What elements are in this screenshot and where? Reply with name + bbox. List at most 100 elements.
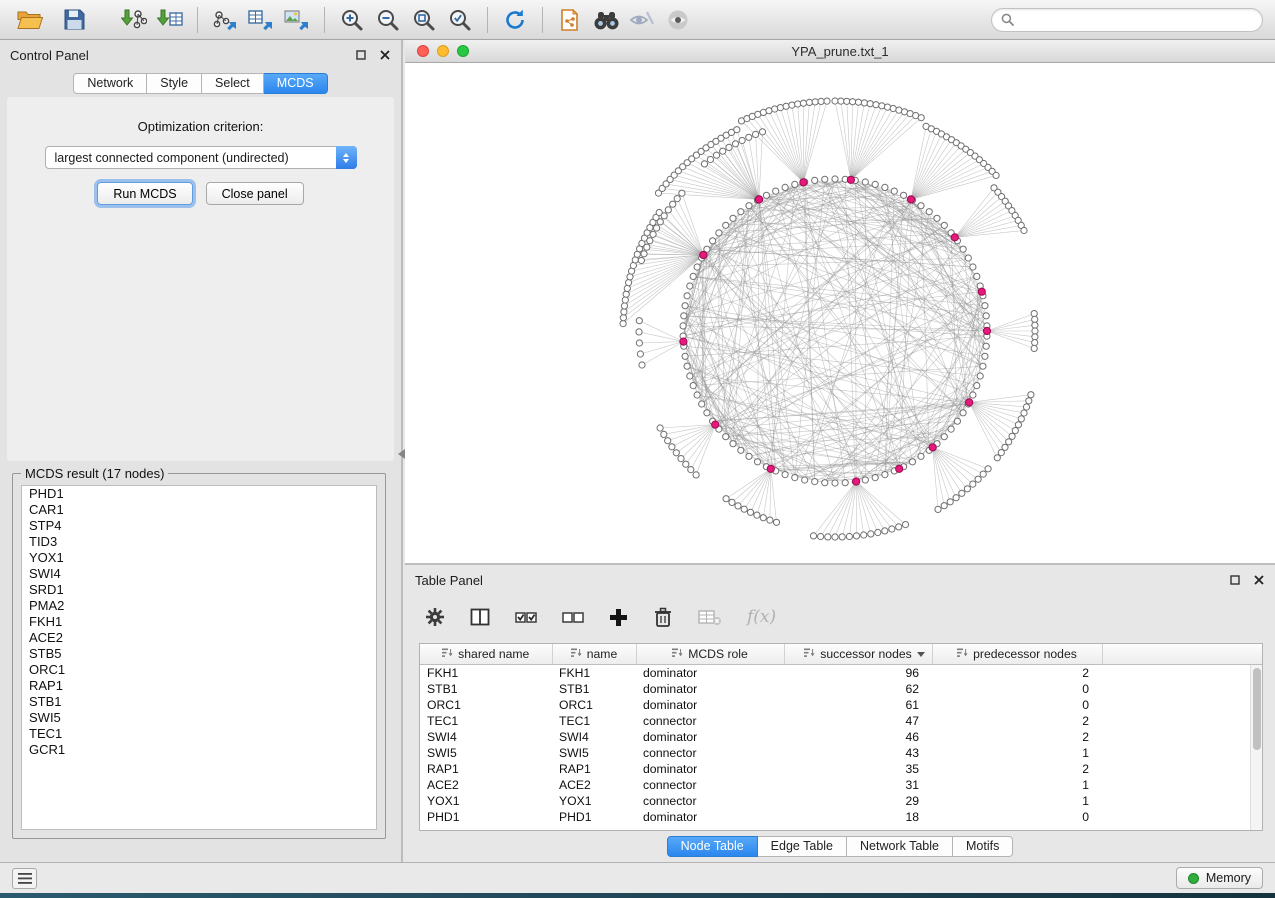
mcds-result-item[interactable]: RAP1 [22,678,376,694]
tab-network[interactable]: Network [73,73,147,94]
maximize-window-icon[interactable] [457,45,469,57]
mcds-result-item[interactable]: SWI5 [22,710,376,726]
mcds-result-item[interactable]: ORC1 [22,662,376,678]
zoom-out-button[interactable] [370,4,406,36]
export-table-button[interactable] [243,4,279,36]
table-row[interactable]: STB1STB1dominator620 [420,681,1262,697]
mcds-result-item[interactable]: PHD1 [22,486,376,502]
application-window: Control Panel NetworkStyleSelectMCDS Opt… [0,0,1275,898]
export-image-icon [284,9,310,31]
mcds-result-item[interactable]: STB5 [22,646,376,662]
show-graphics-details-button[interactable] [660,4,696,36]
mcds-result-item[interactable]: FKH1 [22,614,376,630]
table-row[interactable]: SWI5SWI5connector431 [420,745,1262,761]
search-network-button[interactable] [588,4,624,36]
toolbar-divider [197,7,198,33]
export-network-button[interactable] [207,4,243,36]
splitter-collapse-arrow[interactable] [398,449,405,459]
checked-boxes-icon [515,608,537,626]
table-row[interactable]: PHD1PHD1dominator180 [420,809,1262,825]
close-panel-icon[interactable] [1253,574,1265,586]
import-network-button[interactable] [116,4,152,36]
select-all-columns-button[interactable] [515,608,537,626]
dropdown-stepper-icon[interactable] [336,146,357,169]
main-toolbar [0,0,1275,40]
mcds-result-title: MCDS result (17 nodes) [21,466,168,481]
close-panel-icon[interactable] [379,49,391,61]
mcds-result-item[interactable]: STB1 [22,694,376,710]
tab-select[interactable]: Select [202,73,264,94]
export-image-button[interactable] [279,4,315,36]
column-header-name[interactable]: name [552,644,636,664]
column-header-shared-name[interactable]: shared name [420,644,552,664]
show-columns-button[interactable] [470,608,490,626]
unchecked-boxes-icon [562,608,584,626]
mcds-result-item[interactable]: ACE2 [22,630,376,646]
mcds-result-item[interactable]: SWI4 [22,566,376,582]
mcds-result-item[interactable]: YOX1 [22,550,376,566]
search-box[interactable] [991,8,1263,32]
table-bottom-tabs: Node TableEdge TableNetwork TableMotifs [405,836,1275,857]
mcds-result-item[interactable]: STP4 [22,518,376,534]
table-tab-node-table[interactable]: Node Table [667,836,758,857]
import-table-button[interactable] [152,4,188,36]
table-row[interactable]: RAP1RAP1dominator352 [420,761,1262,777]
column-header-successor-nodes[interactable]: successor nodes [784,644,932,664]
mcds-result-item[interactable]: CAR1 [22,502,376,518]
zoom-fit-button[interactable] [406,4,442,36]
mcds-result-item[interactable]: GCR1 [22,742,376,758]
table-scrollbar[interactable] [1250,665,1262,830]
network-titlebar[interactable]: YPA_prune.txt_1 [405,40,1275,63]
table-tab-network-table[interactable]: Network Table [847,836,953,857]
network-canvas[interactable] [405,63,1275,563]
table-row[interactable]: FKH1FKH1dominator962 [420,664,1262,681]
minimize-window-icon[interactable] [437,45,449,57]
table-row[interactable]: YOX1YOX1connector291 [420,793,1262,809]
close-panel-button[interactable]: Close panel [206,182,304,205]
gear-icon [425,607,445,627]
table-tab-motifs[interactable]: Motifs [953,836,1013,857]
open-file-button[interactable] [12,4,48,36]
zoom-selected-button[interactable] [442,4,478,36]
table-row[interactable]: ACE2ACE2connector311 [420,777,1262,793]
mcds-result-item[interactable]: PMA2 [22,598,376,614]
toolbar-divider [542,7,543,33]
add-column-button[interactable] [609,608,628,627]
column-header-MCDS-role[interactable]: MCDS role [636,644,784,664]
status-menu-button[interactable] [12,868,37,889]
memory-button[interactable]: Memory [1176,867,1263,889]
node-table: shared namenameMCDS rolesuccessor nodesp… [420,644,1262,825]
refresh-button[interactable] [497,4,533,36]
unselect-all-columns-button[interactable] [562,608,584,626]
tab-mcds[interactable]: MCDS [264,73,328,94]
search-input[interactable] [1020,13,1253,27]
mcds-result-item[interactable]: TID3 [22,534,376,550]
trash-icon [653,607,673,627]
run-mcds-button[interactable]: Run MCDS [97,182,192,205]
apply-function-button[interactable]: f(x) [747,607,776,627]
table-tab-edge-table[interactable]: Edge Table [758,836,847,857]
refresh-icon [503,8,527,32]
table-row[interactable]: SWI4SWI4dominator462 [420,729,1262,745]
table-row[interactable]: ORC1ORC1dominator610 [420,697,1262,713]
sort-caret-icon[interactable] [917,652,925,657]
float-panel-icon[interactable] [1229,574,1241,586]
mcds-result-item[interactable]: TEC1 [22,726,376,742]
column-header-predecessor-nodes[interactable]: predecessor nodes [932,644,1102,664]
tab-style[interactable]: Style [147,73,202,94]
delete-table-button[interactable] [698,608,722,626]
share-document-button[interactable] [552,4,588,36]
hide-details-eye-icon [629,10,655,30]
settings-gear-button[interactable] [425,607,445,627]
delete-column-button[interactable] [653,607,673,627]
table-row[interactable]: TEC1TEC1connector472 [420,713,1262,729]
hamburger-icon [18,873,32,884]
hide-graphics-details-button[interactable] [624,4,660,36]
zoom-in-button[interactable] [334,4,370,36]
optimization-criterion-dropdown[interactable]: largest connected component (undirected) [45,146,357,169]
save-button[interactable] [56,4,92,36]
close-window-icon[interactable] [417,45,429,57]
scrollbar-thumb[interactable] [1253,668,1261,750]
float-panel-icon[interactable] [355,49,367,61]
mcds-result-item[interactable]: SRD1 [22,582,376,598]
